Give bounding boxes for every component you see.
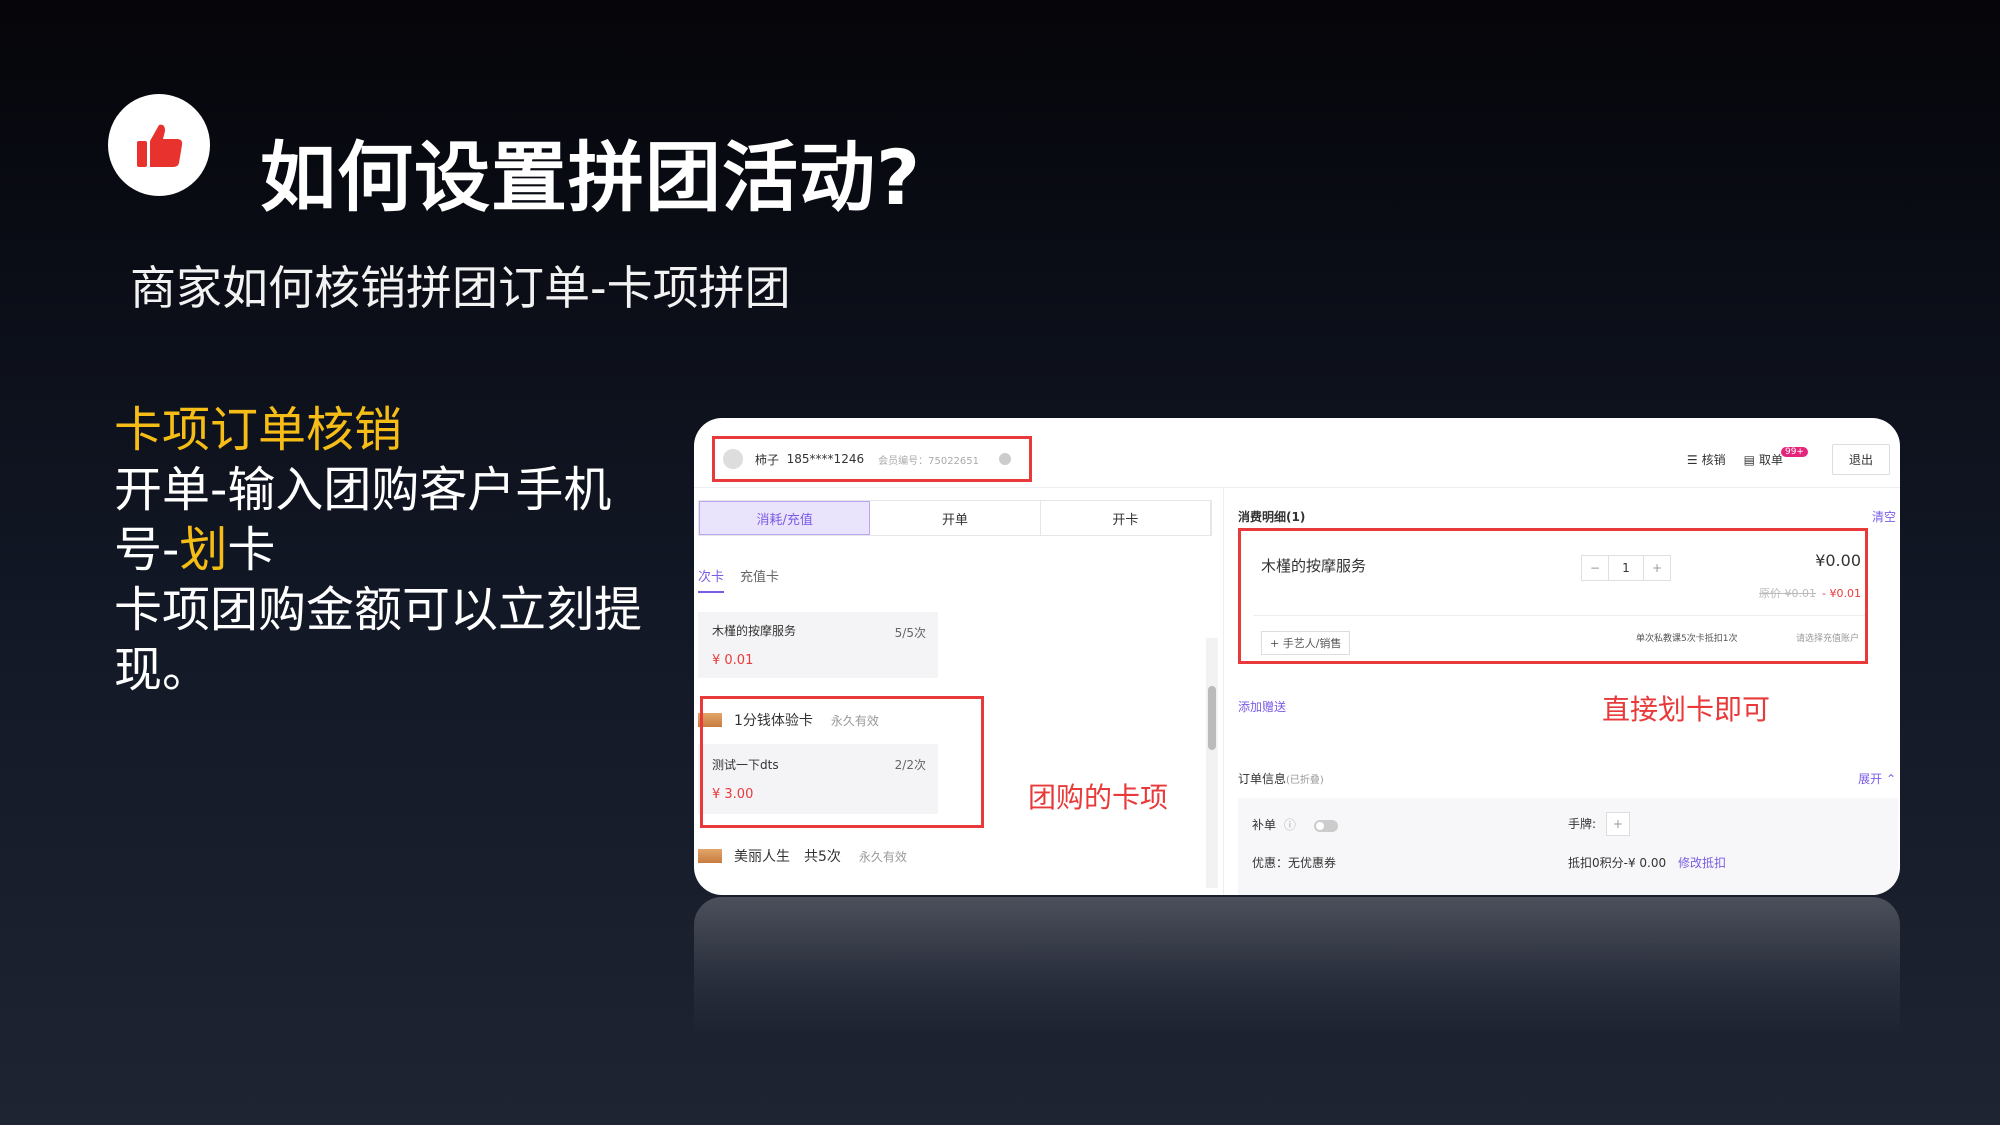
topbar-actions: ☰ 核销 ▤ 取单 99+ 退出 xyxy=(1687,444,1890,475)
quantity-value[interactable]: 1 xyxy=(1608,556,1644,580)
pending-label: 取单 xyxy=(1758,453,1783,467)
avatar xyxy=(723,449,743,469)
quantity-stepper[interactable]: − 1 + xyxy=(1581,555,1671,581)
topbar: 柿子 185****1246 会员编号：75022651 ☰ 核销 ▤ 取单 99+ … xyxy=(694,418,1900,488)
line1-highlight: 划 xyxy=(179,522,228,578)
thumbs-up-logo xyxy=(108,94,210,196)
supplement-row: 补单 ⓘ xyxy=(1252,816,1338,833)
page-subtitle: 商家如何核销拼团订单-卡项拼团 xyxy=(130,261,791,315)
plus-icon[interactable]: + xyxy=(1644,556,1670,580)
card-type-tabs: 次卡 充值卡 xyxy=(698,566,779,593)
divider xyxy=(1253,615,1865,616)
price-detail: 原价 ¥0.01 - ¥0.01 xyxy=(1759,585,1861,601)
card-item-count: 5/5次 xyxy=(894,626,926,640)
order-info-panel: 补单 ⓘ 手牌: + 优惠：无优惠券 抵扣0积分-¥ 0.00 修改抵扣 xyxy=(1238,798,1898,895)
help-icon: ⓘ xyxy=(1283,818,1296,832)
right-panel: 消费明细(1) 清空 木槿的按摩服务 − 1 + ¥0.00 原价 ¥0.01-… xyxy=(1224,488,1900,895)
card-category-validity: 永久有效 xyxy=(858,849,907,864)
line1-text-end: 卡 xyxy=(227,522,276,578)
minus-icon[interactable]: − xyxy=(1582,556,1608,580)
points-row: 抵扣0积分-¥ 0.00 修改抵扣 xyxy=(1568,854,1726,871)
service-line-item: 木槿的按摩服务 − 1 + ¥0.00 原价 ¥0.01 - ¥0.01 + 手艺… xyxy=(1238,528,1868,664)
add-gift-link[interactable]: 添加赠送 xyxy=(1238,698,1286,715)
direct-swipe-annotation: 直接划卡即可 xyxy=(1602,693,1771,726)
service-name: 木槿的按摩服务 xyxy=(1261,557,1367,575)
verify-label: 核销 xyxy=(1701,453,1726,467)
scrollbar-thumb[interactable] xyxy=(1208,686,1216,750)
verify-icon: ☰ xyxy=(1686,452,1698,467)
add-staff-button[interactable]: + 手艺人/销售 xyxy=(1261,631,1351,655)
promo-text: 优惠：无优惠券 xyxy=(1252,856,1337,870)
points-text: 抵扣0积分-¥ 0.00 xyxy=(1568,856,1667,870)
description-heading: 卡项订单核销 xyxy=(114,402,403,458)
group-card-highlight xyxy=(700,696,984,828)
left-panel: 消耗/充值 开单 开卡 次卡 充值卡 木槿的按摩服务 ¥ 0.01 5/5次 1… xyxy=(694,488,1224,895)
card-item-name: 木槿的按摩服务 xyxy=(712,624,797,638)
pos-screenshot: 柿子 185****1246 会员编号：75022651 ☰ 核销 ▤ 取单 99+ … xyxy=(694,418,1900,895)
description: 卡项订单核销 开单-输入团购客户手机号-划卡 卡项团购金额可以立刻提现。 xyxy=(114,400,674,700)
thumbs-up-icon xyxy=(137,124,183,167)
order-info-label: 订单信息 xyxy=(1238,772,1287,786)
pending-order-button[interactable]: ▤ 取单 99+ xyxy=(1743,446,1814,468)
clear-button[interactable]: 清空 xyxy=(1872,508,1896,525)
order-info-header: 订单信息(已折叠) xyxy=(1238,770,1324,787)
fee-row: 手牌: + xyxy=(1568,812,1630,836)
tab-open-card[interactable]: 开卡 xyxy=(1041,501,1211,535)
original-price: 原价 ¥0.01 xyxy=(1759,587,1817,600)
exit-button[interactable]: 退出 xyxy=(1831,444,1890,475)
member-number: 会员编号：75022651 xyxy=(878,455,980,467)
card-item-price: ¥ 0.01 xyxy=(712,653,754,668)
scrollbar[interactable] xyxy=(1206,638,1218,888)
chevron-up-icon: ⌃ xyxy=(1885,772,1896,786)
expand-button[interactable]: 展开 ⌃ xyxy=(1858,770,1896,787)
supplement-label: 补单 xyxy=(1252,818,1277,832)
card-deduct-select[interactable]: 单次私教课5次卡抵扣1次 xyxy=(1636,631,1737,644)
expand-label: 展开 xyxy=(1858,772,1883,786)
page-title: 如何设置拼团活动? xyxy=(260,133,922,222)
tab-consume[interactable]: 消耗/充值 xyxy=(699,501,871,535)
customer-name: 柿子 xyxy=(755,452,780,467)
add-fee-button[interactable]: + xyxy=(1605,812,1630,836)
screenshot-reflection xyxy=(694,897,1900,1037)
order-icon: ▤ xyxy=(1743,452,1755,467)
customer-phone: 185****1246 xyxy=(786,452,865,466)
card-item[interactable]: 木槿的按摩服务 ¥ 0.01 5/5次 xyxy=(698,612,938,678)
tab-recharge-card[interactable]: 充值卡 xyxy=(740,566,779,593)
account-select[interactable]: 请选择充值账户 xyxy=(1796,631,1859,644)
description-line1: 开单-输入团购客户手机号-划卡 xyxy=(114,460,674,580)
card-chip-icon xyxy=(698,849,722,863)
group-card-annotation: 团购的卡项 xyxy=(1028,781,1169,814)
tab-open-order[interactable]: 开单 xyxy=(870,501,1041,535)
supplement-toggle[interactable] xyxy=(1313,819,1338,832)
verify-button[interactable]: ☰ 核销 xyxy=(1687,451,1726,468)
clear-icon[interactable] xyxy=(999,453,1012,465)
fee-label: 手牌: xyxy=(1568,817,1597,831)
edit-deduct-link[interactable]: 修改抵扣 xyxy=(1678,856,1726,870)
order-info-note: (已折叠) xyxy=(1286,775,1324,786)
card-category-name: 美丽人生 共5次 xyxy=(734,849,841,865)
pending-badge: 99+ xyxy=(1780,446,1808,457)
card-category: 美丽人生 共5次 永久有效 xyxy=(698,846,907,866)
customer-search-box[interactable]: 柿子 185****1246 会员编号：75022651 xyxy=(712,436,1032,482)
mode-tabs: 消耗/充值 开单 开卡 xyxy=(698,500,1212,536)
tab-count-card[interactable]: 次卡 xyxy=(698,566,725,593)
discount-amount: - ¥0.01 xyxy=(1822,587,1861,600)
line-amount: ¥0.00 xyxy=(1815,551,1861,570)
description-line2: 卡项团购金额可以立刻提现。 xyxy=(114,582,643,698)
detail-title: 消费明细(1) xyxy=(1238,510,1306,524)
